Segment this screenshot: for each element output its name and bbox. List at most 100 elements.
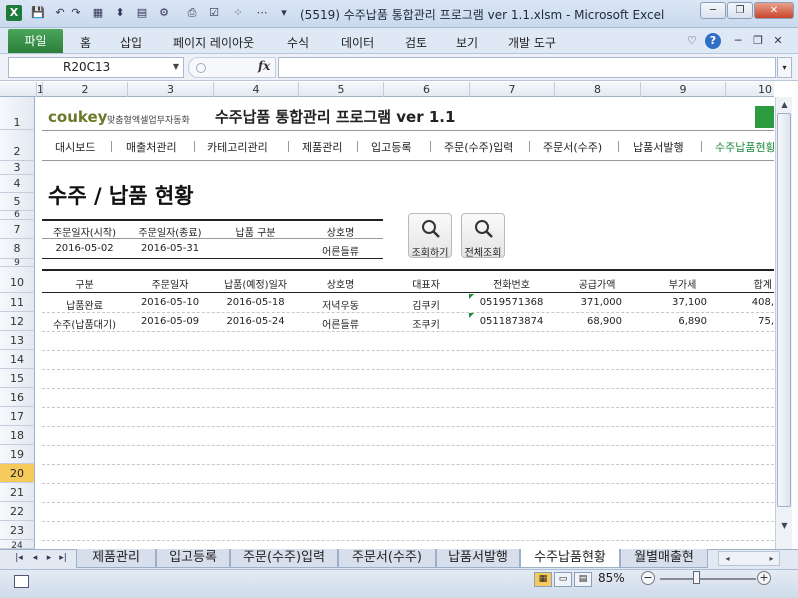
page-break-view-button[interactable]: ▤ bbox=[574, 572, 592, 587]
scroll-up-icon[interactable]: ▲ bbox=[777, 97, 792, 112]
row-header[interactable]: 4 bbox=[0, 175, 35, 193]
tab-formulas[interactable]: 수식 bbox=[287, 34, 309, 51]
row-header[interactable]: 8 bbox=[0, 239, 35, 259]
name-box-dropdown-icon[interactable]: ▼ bbox=[170, 58, 182, 76]
sheet-tab-product[interactable]: 제품관리 bbox=[76, 549, 156, 568]
table-cell[interactable]: 0519571368 bbox=[469, 297, 554, 308]
quick-access-icon-6[interactable]: ☑ bbox=[206, 5, 222, 21]
tab-view[interactable]: 보기 bbox=[456, 34, 478, 51]
nav-delivery-note[interactable]: 납품서발행 bbox=[633, 139, 684, 155]
tab-developer[interactable]: 개발 도구 bbox=[508, 34, 556, 51]
select-all-corner[interactable] bbox=[0, 82, 36, 97]
table-cell[interactable]: 2016-05-18 bbox=[213, 297, 298, 308]
help-icon[interactable]: ? bbox=[705, 33, 721, 49]
row-header[interactable]: 14 bbox=[0, 350, 35, 369]
undo-icon[interactable]: ↶ bbox=[52, 5, 68, 21]
tab-data[interactable]: 데이터 bbox=[341, 34, 374, 51]
row-header[interactable]: 22 bbox=[0, 502, 35, 521]
column-header[interactable]: 5 bbox=[298, 82, 383, 97]
tab-review[interactable]: 검토 bbox=[405, 34, 427, 51]
workbook-minimize-icon[interactable]: ─ bbox=[730, 33, 746, 49]
column-header[interactable]: 3 bbox=[127, 82, 213, 97]
column-header[interactable]: 2 bbox=[42, 82, 127, 97]
tab-page-layout[interactable]: 페이지 레이아웃 bbox=[173, 34, 254, 51]
nav-category-management[interactable]: 카테고리관리 bbox=[207, 139, 268, 155]
row-header[interactable]: 2 bbox=[0, 130, 35, 161]
column-header[interactable]: 6 bbox=[383, 82, 469, 97]
workbook-close-icon[interactable]: ✕ bbox=[770, 33, 786, 49]
row-header[interactable]: 15 bbox=[0, 369, 35, 388]
restore-button[interactable]: ❐ bbox=[727, 2, 753, 19]
quick-access-icon-7[interactable]: ⁘ bbox=[230, 5, 246, 21]
ribbon-collapse-icon[interactable]: ♡ bbox=[684, 33, 700, 49]
row-header[interactable]: 16 bbox=[0, 388, 35, 407]
prev-sheet-icon[interactable]: ◂ bbox=[30, 553, 40, 563]
quick-access-icon-3[interactable]: ▤ bbox=[134, 5, 150, 21]
column-header[interactable]: 9 bbox=[640, 82, 725, 97]
page-layout-view-button[interactable]: ▭ bbox=[554, 572, 572, 587]
table-cell[interactable]: 37,100 bbox=[640, 297, 707, 308]
row-header[interactable]: 10 bbox=[0, 267, 35, 293]
sheet-tab-monthly-sales[interactable]: 월별매출현 bbox=[620, 549, 708, 568]
quick-access-icon-4[interactable]: ⚙ bbox=[156, 5, 172, 21]
row-header[interactable]: 1 bbox=[0, 97, 35, 130]
nav-dashboard[interactable]: 대시보드 bbox=[55, 139, 95, 155]
scroll-right-icon[interactable]: ▸ bbox=[764, 551, 779, 566]
zoom-in-button[interactable]: + bbox=[757, 571, 771, 585]
tab-home[interactable]: 홈 bbox=[80, 34, 91, 51]
normal-view-button[interactable]: ▦ bbox=[534, 572, 552, 587]
table-cell[interactable]: 371,000 bbox=[554, 297, 622, 308]
filter-start-date-input[interactable]: 2016-05-02 bbox=[42, 243, 127, 254]
table-cell[interactable]: 408, bbox=[725, 297, 774, 308]
table-cell[interactable]: 68,900 bbox=[554, 316, 622, 327]
table-cell[interactable]: 수주(납품대기) bbox=[42, 316, 127, 331]
row-header-selected[interactable]: 20 bbox=[0, 464, 35, 483]
next-sheet-icon[interactable]: ▸ bbox=[44, 553, 54, 563]
row-header[interactable]: 24 bbox=[0, 540, 35, 549]
filter-end-date-input[interactable]: 2016-05-31 bbox=[127, 243, 213, 254]
row-header[interactable]: 5 bbox=[0, 193, 35, 211]
table-cell[interactable]: 2016-05-24 bbox=[213, 316, 298, 327]
row-header[interactable]: 18 bbox=[0, 426, 35, 445]
row-header[interactable]: 11 bbox=[0, 293, 35, 312]
first-sheet-icon[interactable]: |◂ bbox=[14, 553, 24, 563]
sheet-tab-delivery-note[interactable]: 납품서발행 bbox=[436, 549, 520, 568]
quick-access-icon-2[interactable]: ⬍ bbox=[112, 5, 128, 21]
row-header[interactable]: 17 bbox=[0, 407, 35, 426]
nav-order-delivery-status[interactable]: 수주납품현황 bbox=[715, 139, 774, 155]
table-cell[interactable]: 저녁우동 bbox=[298, 297, 383, 312]
last-sheet-icon[interactable]: ▸| bbox=[58, 553, 68, 563]
redo-icon[interactable]: ↷ bbox=[68, 5, 84, 21]
workbook-restore-icon[interactable]: ❐ bbox=[750, 33, 766, 49]
row-header[interactable]: 6 bbox=[0, 211, 35, 220]
table-cell[interactable]: 75, bbox=[725, 316, 774, 327]
table-cell[interactable]: 2016-05-09 bbox=[127, 316, 213, 327]
quick-access-icon-8[interactable]: ⋯ bbox=[254, 5, 270, 21]
row-header[interactable]: 13 bbox=[0, 331, 35, 350]
search-button[interactable]: 조회하기 bbox=[408, 213, 452, 259]
zoom-slider-track[interactable] bbox=[660, 578, 756, 580]
column-header[interactable]: 4 bbox=[213, 82, 298, 97]
minimize-button[interactable]: ─ bbox=[700, 2, 726, 19]
search-all-button[interactable]: 전체조회 bbox=[461, 213, 505, 259]
scroll-down-icon[interactable]: ▼ bbox=[777, 518, 792, 533]
save-icon[interactable]: 💾 bbox=[30, 5, 46, 21]
zoom-slider-thumb[interactable] bbox=[693, 571, 700, 584]
table-cell[interactable]: 6,890 bbox=[640, 316, 707, 327]
table-cell[interactable]: 어른들류 bbox=[298, 316, 383, 331]
nav-order-sheet[interactable]: 주문서(수주) bbox=[543, 139, 602, 155]
formula-input[interactable] bbox=[278, 57, 776, 78]
sheet-tab-order-sheet[interactable]: 주문서(수주) bbox=[338, 549, 436, 568]
row-header[interactable]: 3 bbox=[0, 161, 35, 175]
scroll-left-icon[interactable]: ◂ bbox=[720, 551, 735, 566]
nav-stock-registration[interactable]: 입고등록 bbox=[371, 139, 411, 155]
table-cell[interactable]: 0511873874 bbox=[469, 316, 554, 327]
sheet-tab-order-delivery-status[interactable]: 수주납품현황 bbox=[520, 549, 620, 568]
column-header[interactable]: 7 bbox=[469, 82, 554, 97]
quick-access-icon-1[interactable]: ▦ bbox=[90, 5, 106, 21]
table-cell[interactable]: 납품완료 bbox=[42, 297, 127, 312]
zoom-level[interactable]: 85% bbox=[598, 571, 625, 585]
column-header[interactable]: 8 bbox=[554, 82, 640, 97]
insert-function-icon[interactable]: fx bbox=[258, 59, 270, 73]
nav-product-management[interactable]: 제품관리 bbox=[302, 139, 342, 155]
